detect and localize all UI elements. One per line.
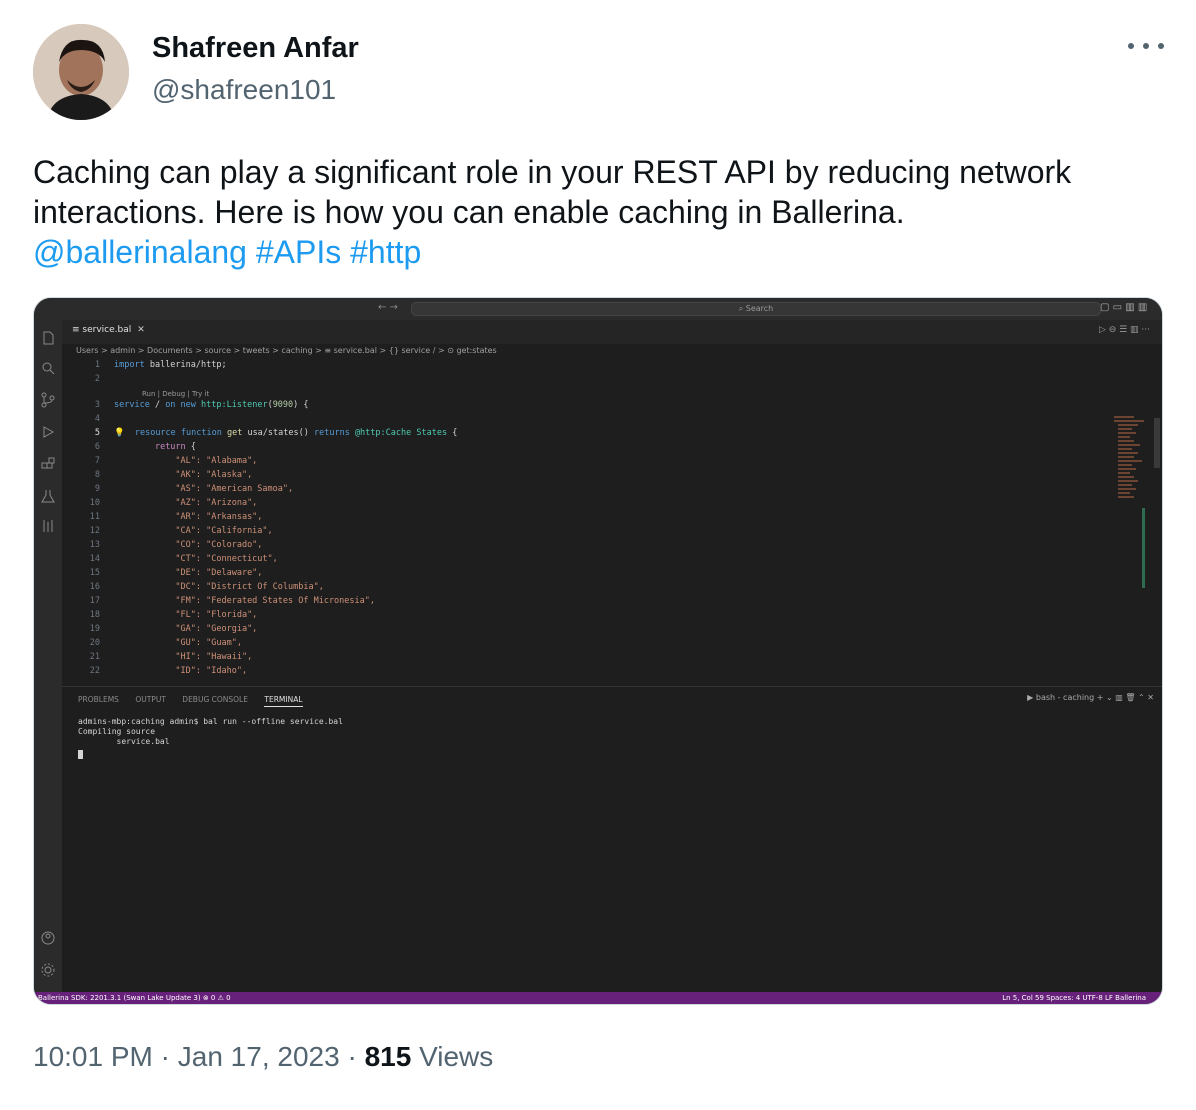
tweet-date[interactable]: Jan 17, 2023 bbox=[178, 1041, 340, 1072]
code-line: 20 "GU": "Guam", bbox=[89, 638, 242, 648]
code-line: 16 "DC": "District Of Columbia", bbox=[89, 582, 324, 592]
hashtag-link[interactable]: #APIs bbox=[256, 234, 341, 270]
views-label: Views bbox=[419, 1041, 494, 1072]
code-editor: 1 import ballerina/http; 2 Run | Debug | … bbox=[62, 358, 1162, 683]
status-right: Ln 5, Col 59 Spaces: 4 UTF-8 LF Ballerin… bbox=[1002, 994, 1146, 1002]
views-count: 815 bbox=[364, 1041, 412, 1072]
code-line: 19 "GA": "Georgia", bbox=[89, 624, 258, 634]
settings-gear-icon bbox=[41, 963, 55, 977]
editor-tab: ≡ service.bal ✕ bbox=[72, 325, 145, 335]
layout-icons: ▢ ▭ ▥ ▥ bbox=[1100, 302, 1148, 313]
terminal-actions: ▶ bash - caching + ⌄ ▥ 🗑 ⌃ ✕ bbox=[1027, 693, 1154, 702]
tweet-meta: 10:01 PM · Jan 17, 2023 · 815 Views bbox=[33, 1041, 493, 1073]
explorer-icon bbox=[43, 331, 54, 345]
code-line: 9 "AS": "American Samoa", bbox=[94, 484, 294, 494]
close-icon: ✕ bbox=[137, 325, 145, 335]
panel-tabs: PROBLEMS OUTPUT DEBUG CONSOLE TERMINAL bbox=[78, 695, 317, 707]
terminal-output: admins-mbp:caching admin$ bal run --offl… bbox=[78, 717, 343, 762]
code-line: 8 "AK": "Alaska", bbox=[94, 470, 253, 480]
tweet-time[interactable]: 10:01 PM bbox=[33, 1041, 153, 1072]
code-line: 7 "AL": "Alabama", bbox=[94, 456, 258, 466]
terminal-name: bash - caching bbox=[1035, 693, 1095, 702]
nav-arrows-icon: ← → bbox=[378, 302, 398, 313]
run-debug-icon bbox=[43, 426, 55, 438]
search-icon bbox=[42, 362, 55, 375]
terminal-line: admins-mbp:caching admin$ bal run --offl… bbox=[78, 717, 343, 726]
code-line: 22 "ID": "Idaho", bbox=[89, 666, 248, 676]
mention-link[interactable]: @ballerinalang bbox=[33, 234, 247, 270]
tab-terminal: TERMINAL bbox=[264, 695, 303, 707]
terminal-line: service.bal bbox=[78, 737, 170, 746]
code-line: 17 "FM": "Federated States Of Micronesia… bbox=[89, 596, 376, 606]
tweet-text: Caching can play a significant role in y… bbox=[33, 152, 1163, 272]
accounts-icon bbox=[41, 931, 55, 945]
tweet-text-line: interactions. Here is how you can enable… bbox=[33, 194, 905, 230]
codelens: Run | Debug | Try it bbox=[142, 390, 210, 398]
author-name[interactable]: Shafreen Anfar bbox=[152, 32, 359, 65]
tab-label: service.bal bbox=[82, 325, 132, 335]
code-line: 5 💡 resource function get usa/states() re… bbox=[94, 428, 458, 438]
code-line: 15 "DE": "Delaware", bbox=[89, 568, 263, 578]
code-line: 21 "HI": "Hawaii", bbox=[89, 652, 253, 662]
code-line: 3 service / on new http:Listener(9090) { bbox=[94, 400, 309, 410]
code-line: 13 "CO": "Colorado", bbox=[89, 540, 263, 550]
search-placeholder: Search bbox=[745, 304, 774, 313]
tweet-text-line: Caching can play a significant role in y… bbox=[33, 154, 1072, 190]
tab-output: OUTPUT bbox=[135, 695, 166, 704]
more-icon-dot bbox=[1158, 43, 1164, 49]
code-line: 1 import ballerina/http; bbox=[94, 360, 227, 370]
terminal-cursor bbox=[78, 750, 83, 759]
code-line: 4 bbox=[94, 414, 100, 424]
hashtag-link[interactable]: #http bbox=[350, 234, 421, 270]
terminal-line: Compiling source bbox=[78, 727, 156, 736]
source-control-icon bbox=[41, 392, 55, 408]
meta-separator: · bbox=[347, 1041, 357, 1072]
tweet-media-screenshot[interactable]: ← → ⌕ Search ▢ ▭ ▥ ▥ ≡ service.bal ✕ ▷ ⊖ … bbox=[33, 297, 1163, 1005]
code-line: 6 return { bbox=[94, 442, 196, 452]
tab-debug-console: DEBUG CONSOLE bbox=[182, 695, 248, 704]
code-line: 18 "FL": "Florida", bbox=[89, 610, 258, 620]
code-line: 10 "AZ": "Arizona", bbox=[89, 498, 258, 508]
author-avatar[interactable] bbox=[33, 24, 129, 120]
editor-actions: ▷ ⊖ ☰ ▥ ··· bbox=[1098, 325, 1150, 335]
vscode-titlebar: ← → ⌕ Search ▢ ▭ ▥ ▥ bbox=[34, 298, 1162, 320]
tab-problems: PROBLEMS bbox=[78, 695, 119, 704]
code-line: 2 bbox=[94, 374, 100, 384]
editor-tab-bar: ≡ service.bal ✕ ▷ ⊖ ☰ ▥ ··· bbox=[62, 320, 1162, 344]
status-bar: Ballerina SDK: 2201.3.1 (Swan Lake Updat… bbox=[34, 992, 1162, 1004]
extensions-icon bbox=[41, 457, 55, 469]
code-line: 11 "AR": "Arkansas", bbox=[89, 512, 263, 522]
avatar-photo-icon bbox=[33, 24, 129, 120]
activity-bar bbox=[34, 320, 62, 992]
more-icon-dot bbox=[1128, 43, 1134, 49]
command-search-box: ⌕ Search bbox=[411, 302, 1101, 316]
testing-icon bbox=[41, 490, 55, 503]
bottom-panel: PROBLEMS OUTPUT DEBUG CONSOLE TERMINAL ▶… bbox=[62, 686, 1162, 992]
tweet-links: @ballerinalang #APIs #http bbox=[33, 232, 1163, 272]
breadcrumb: Users > admin > Documents > source > twe… bbox=[76, 346, 497, 355]
more-options-button[interactable] bbox=[1128, 36, 1164, 56]
more-icon-dot bbox=[1143, 43, 1149, 49]
status-left: Ballerina SDK: 2201.3.1 (Swan Lake Updat… bbox=[38, 994, 231, 1002]
editor-scrollbar[interactable] bbox=[1154, 418, 1160, 468]
code-line: 14 "CT": "Connecticut", bbox=[89, 554, 278, 564]
ballerina-icon bbox=[43, 520, 53, 532]
meta-separator: · bbox=[160, 1041, 170, 1072]
author-handle[interactable]: @shafreen101 bbox=[152, 74, 336, 106]
code-line: 12 "CA": "California", bbox=[89, 526, 273, 536]
